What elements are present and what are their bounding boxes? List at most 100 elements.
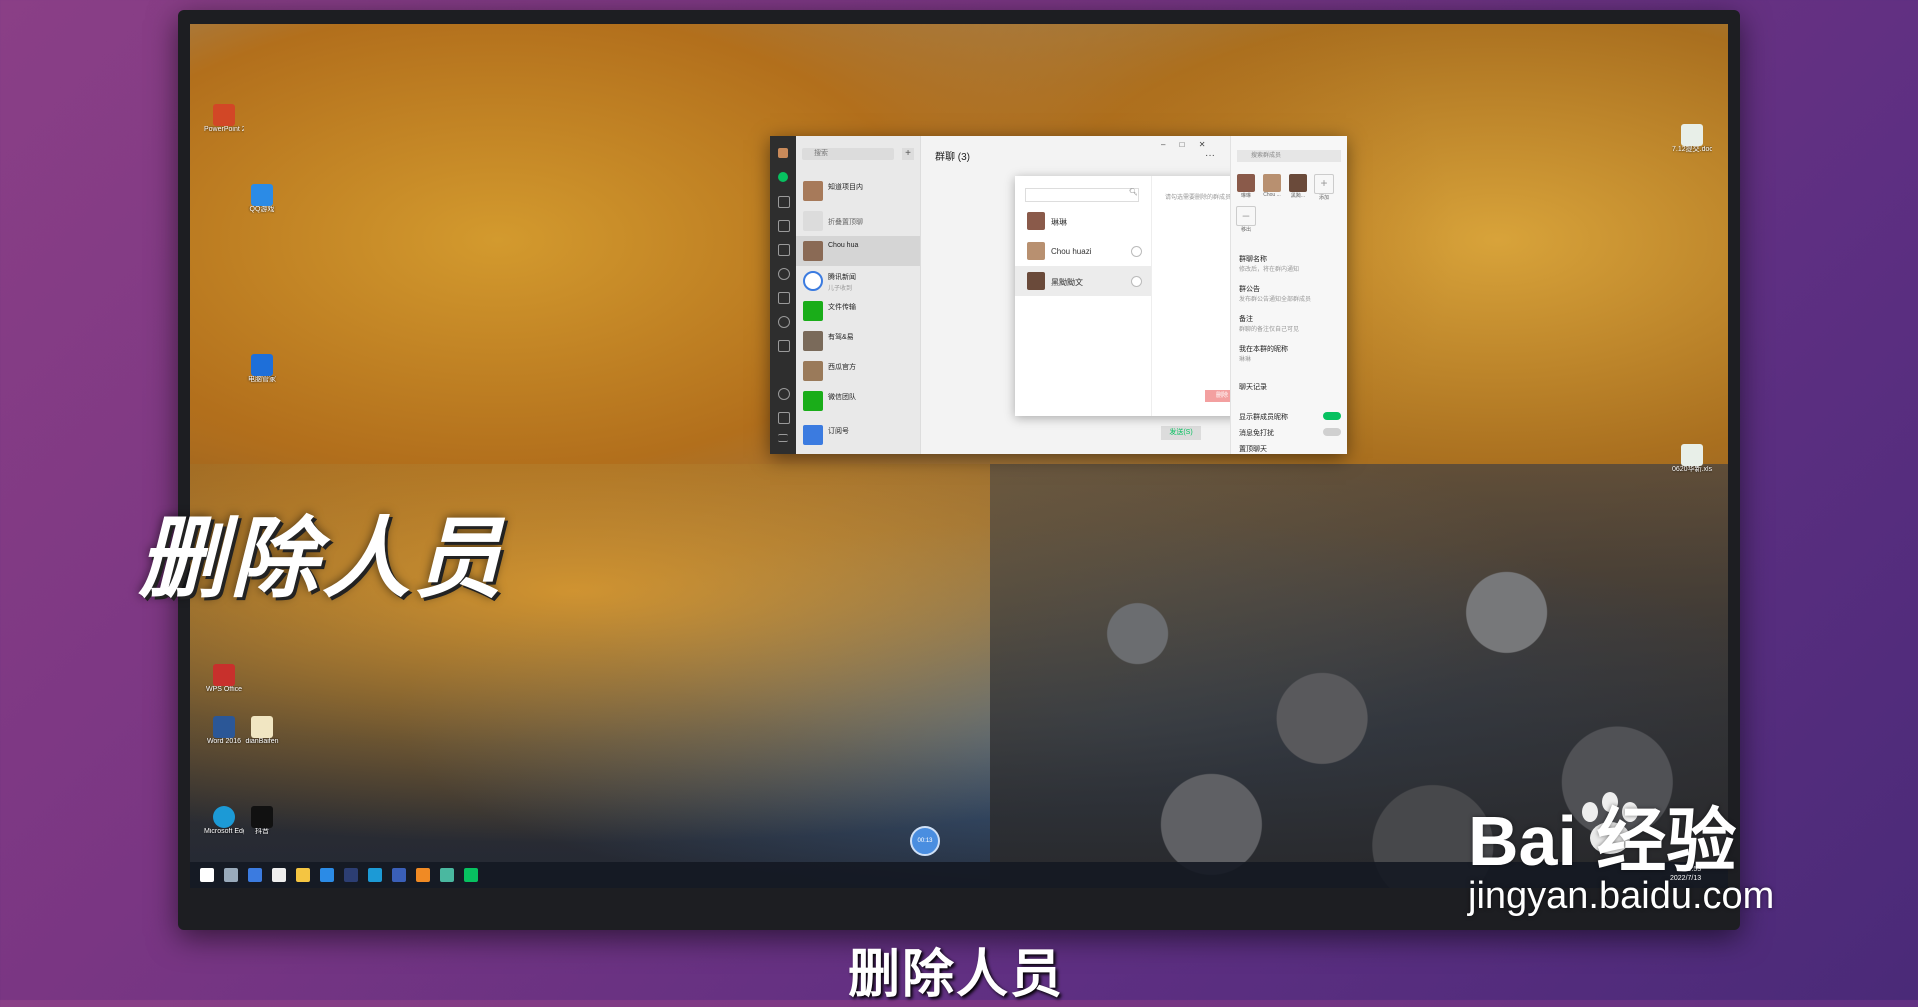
add-member-button[interactable]: + 添加 <box>1313 174 1335 201</box>
video-subtitle: 删除人员 <box>848 945 1065 1005</box>
photoshop-icon[interactable] <box>344 868 358 882</box>
group-name-sub: 修改后，将在群内通知 <box>1239 267 1300 273</box>
news-icon <box>803 271 823 291</box>
desktop-icon-xlsx[interactable]: 0620华新.xlsx <box>1672 444 1712 474</box>
search-circle-icon[interactable] <box>778 388 790 400</box>
mute-label: 消息免打扰 <box>1239 430 1274 437</box>
member-picker: 🔍︎ 琳琳 Chou huazi 黑黝黝文 <box>1015 176 1152 416</box>
chat-history-label[interactable]: 聊天记录 <box>1239 382 1267 392</box>
show-nickname-toggle[interactable] <box>1323 412 1341 420</box>
member-radio[interactable] <box>1131 276 1142 287</box>
group-member[interactable]: 琳琳 <box>1235 174 1257 199</box>
favorites-icon[interactable] <box>778 220 790 232</box>
settings-gear-icon[interactable] <box>778 316 790 328</box>
chat-item[interactable]: 文件传输 <box>796 296 920 326</box>
group-member[interactable]: Chou ... <box>1261 174 1283 198</box>
chat-avatar <box>803 181 823 201</box>
baidu-watermark: Bai 经验 jingyan.baidu.com <box>1468 806 1774 916</box>
chat-search-input[interactable]: 搜索 <box>802 148 894 160</box>
app-icon[interactable] <box>392 868 406 882</box>
search-icon: 🔍︎ <box>1129 189 1138 196</box>
recording-timer: 00:13 <box>910 826 940 856</box>
desktop-icon-dianbaifen[interactable]: dianBaifen <box>242 716 282 746</box>
desktop-screen: PowerPoint 2016 QQ游戏 电脑管家 WPS Office Wor… <box>190 24 1728 888</box>
mute-toggle[interactable] <box>1323 428 1341 436</box>
windows-start-icon[interactable] <box>200 868 214 882</box>
wechat-nav-rail <box>770 136 796 454</box>
watermark-url: jingyan.baidu.com <box>1468 875 1775 917</box>
group-name-label[interactable]: 群聊名称 <box>1239 254 1267 264</box>
chat-item[interactable]: 微信团队 <box>796 386 920 416</box>
group-member[interactable]: 黑黝... <box>1287 174 1309 199</box>
member-avatar <box>1263 174 1281 192</box>
file-explorer-icon[interactable] <box>296 868 310 882</box>
more-icon[interactable]: ··· <box>1205 150 1215 161</box>
member-search-input[interactable] <box>1025 188 1139 202</box>
wechat-window: 🔍︎ 搜索 + 知道项目内 折叠置顶聊 Chou hua <box>770 136 1347 454</box>
spreadsheet-icon <box>1681 444 1703 466</box>
desktop-icon-doc[interactable]: 7.12提交.doc <box>1672 124 1712 154</box>
channels-icon[interactable] <box>778 340 790 352</box>
show-nickname-label: 显示群成员昵称 <box>1239 414 1288 421</box>
phone-icon[interactable] <box>778 412 790 424</box>
desktop-icon-edge[interactable]: Microsoft Edge <box>204 806 244 836</box>
member-search-input[interactable]: 搜索群成员 <box>1237 150 1341 162</box>
desktop-icon-qqgame[interactable]: QQ游戏 <box>242 184 282 214</box>
file-transfer-icon <box>803 301 823 321</box>
miniprogram-icon[interactable] <box>778 292 790 304</box>
user-avatar[interactable] <box>778 148 788 158</box>
folder-icon[interactable] <box>778 244 790 256</box>
search-icon[interactable] <box>224 868 238 882</box>
group-notice-label[interactable]: 群公告 <box>1239 284 1260 294</box>
chat-item[interactable]: 订阅号 <box>796 420 920 450</box>
notepad-icon[interactable] <box>272 868 286 882</box>
chat-avatar <box>803 331 823 351</box>
remark-label[interactable]: 备注 <box>1239 314 1253 324</box>
chat-avatar <box>803 361 823 381</box>
chat-item[interactable]: 知道项目内 <box>796 176 920 206</box>
my-nickname-label[interactable]: 我在本群的昵称 <box>1239 344 1288 354</box>
browser-icon[interactable] <box>320 868 334 882</box>
desktop-icon-pcmanager[interactable]: 电脑管家 <box>242 354 282 384</box>
wechat-taskbar-icon[interactable] <box>464 868 478 882</box>
chat-item[interactable]: 有驾&易 <box>796 326 920 356</box>
document-icon <box>1681 124 1703 146</box>
moments-icon[interactable] <box>778 268 790 280</box>
chat-icon[interactable] <box>778 172 788 182</box>
wps-icon <box>213 664 235 686</box>
active-app-icon[interactable] <box>416 868 430 882</box>
subscription-icon <box>803 425 823 445</box>
chat-item[interactable]: 腾讯新闻 儿子收到 <box>796 266 920 296</box>
word-icon <box>213 716 235 738</box>
member-radio[interactable] <box>1131 246 1142 257</box>
app-icon[interactable] <box>440 868 454 882</box>
chat-item[interactable]: 折叠置顶聊 <box>796 206 920 236</box>
minus-icon: – <box>1236 206 1256 226</box>
desktop-icon-wps[interactable]: WPS Office <box>204 664 244 694</box>
member-row-hover[interactable]: 黑黝黝文 <box>1015 266 1151 296</box>
member-avatar <box>1027 212 1045 230</box>
menu-icon[interactable] <box>778 434 788 442</box>
send-button[interactable]: 发送(S) <box>1161 426 1201 440</box>
chat-item-selected[interactable]: Chou hua <box>796 236 920 266</box>
desktop-icon-douyin[interactable]: 抖音 <box>242 806 282 836</box>
edge-icon[interactable] <box>368 868 382 882</box>
my-nickname-value: 琳琳 <box>1239 357 1252 363</box>
member-row[interactable]: 琳琳 <box>1015 206 1151 236</box>
chat-avatar <box>803 241 823 261</box>
contacts-icon[interactable] <box>778 196 790 208</box>
monitor-frame: PowerPoint 2016 QQ游戏 电脑管家 WPS Office Wor… <box>178 10 1740 930</box>
member-row[interactable]: Chou huazi <box>1015 236 1151 266</box>
wechat-team-icon <box>803 391 823 411</box>
task-view-icon[interactable] <box>248 868 262 882</box>
group-info-panel: 搜索群成员 琳琳 Chou ... 黑黝... + 添加 – 移出 群聊名称 修… <box>1230 136 1347 454</box>
remove-member-button[interactable]: – 移出 <box>1235 206 1257 233</box>
chat-title: 群聊 (3) <box>935 152 970 163</box>
chat-item[interactable]: 西瓜官方 <box>796 356 920 386</box>
add-chat-button[interactable]: + <box>902 148 914 160</box>
desktop-icon-word[interactable]: Word 2016 <box>204 716 244 746</box>
desktop-icon-powerpoint[interactable]: PowerPoint 2016 <box>204 104 244 134</box>
edge-icon <box>213 806 235 828</box>
window-controls[interactable]: – □ ✕ <box>1161 140 1211 149</box>
powerpoint-icon <box>213 104 235 126</box>
